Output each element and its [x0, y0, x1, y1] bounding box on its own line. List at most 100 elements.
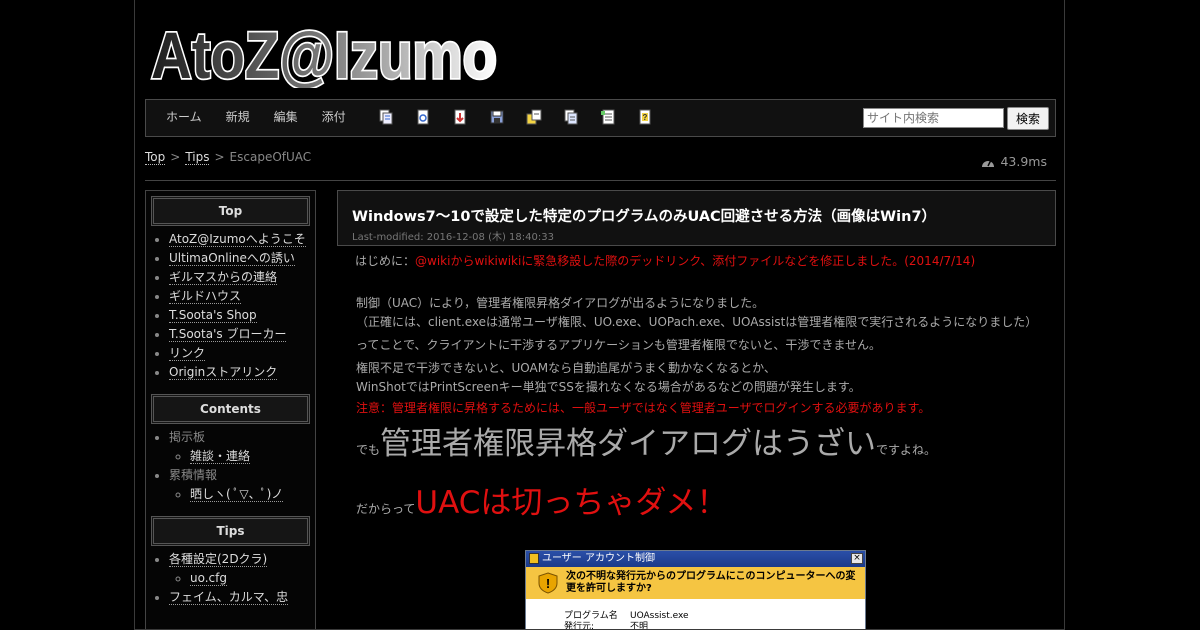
emphasis-line-2: だからってUACは切っちゃダメ！ — [356, 474, 1038, 538]
sidebar-link-links[interactable]: リンク — [169, 346, 206, 361]
sidebar-item: フェイム、カルマ、忠 — [169, 588, 315, 607]
breadcrumb-tips[interactable]: Tips — [185, 150, 210, 165]
sidebar-section-tips: Tips 各種設定(2Dクラ) uo.cfg フェイム、カルマ、忠 — [146, 516, 315, 607]
intro-paragraph: はじめに：@wikiからwikiwikiに緊急移設した際のデッドリンク、添付ファ… — [355, 252, 1038, 271]
publisher-value: 不明 — [630, 622, 649, 630]
sidebar-item: 晒しヽ( ﾟ▽、ﾟ)ノ — [190, 485, 315, 504]
recent-changes-icon[interactable] — [600, 109, 616, 125]
sidebar-title-tips: Tips — [151, 516, 310, 546]
sidebar-link-fame[interactable]: フェイム、カルマ、忠 — [169, 590, 289, 605]
sidebar-title-top: Top — [151, 196, 310, 226]
page-list-icon[interactable] — [563, 109, 579, 125]
paragraph: ってことで、クライアントに干渉するアプリケーションも管理者権限でないと、干渉でき… — [356, 338, 882, 352]
breadcrumb-top[interactable]: Top — [145, 150, 166, 165]
dialog-details: プログラム名 UOAssist.exe 発行元: 不明 — [526, 599, 865, 630]
intro-notice: @wikiからwikiwikiに緊急移設した際のデッドリンク、添付ファイルなどを… — [415, 254, 976, 268]
sidebar-item: uo.cfg — [190, 569, 315, 588]
sidebar-item: 各種設定(2Dクラ) uo.cfg — [169, 550, 315, 588]
text-big: 管理者権限昇格ダイアログはうざい — [380, 426, 877, 462]
close-icon: × — [851, 553, 863, 564]
page-title: Windows7～10で設定した特定のプログラムのみUAC回避させる方法（画像は… — [352, 209, 937, 225]
sidebar-item: ギルマスからの連絡 — [169, 268, 315, 287]
dialog-title: ユーザー アカウント制御 — [542, 553, 655, 564]
paragraph: 制御（UAC）により，管理者権限昇格ダイアログが出るようになりました。 — [356, 296, 765, 310]
page-diff-icon[interactable] — [415, 109, 431, 125]
svg-text:?: ? — [643, 113, 648, 122]
uac-shield-small-icon — [529, 553, 539, 564]
menu-new[interactable]: 新規 — [226, 108, 250, 125]
sidebar-link-settings[interactable]: 各種設定(2Dクラ) — [169, 552, 268, 567]
sidebar-section-contents: Contents 掲示板 雑談・連絡 累積情報 晒しヽ( ﾟ▽、ﾟ)ノ — [146, 394, 315, 504]
render-time: 43.9ms — [981, 154, 1047, 169]
sidebar-section-top: Top AtoZ@Izumoへようこそ UltimaOnlineへの誘い ギルマ… — [146, 196, 315, 382]
sidebar-link-uocfg[interactable]: uo.cfg — [190, 571, 227, 586]
sidebar-link-chat[interactable]: 雑談・連絡 — [190, 449, 251, 464]
dialog-question: 次の不明な発行元からのプログラムにこのコンピューターへの変更を許可しますか? — [566, 571, 856, 594]
article-body: はじめに：@wikiからwikiwikiに緊急移設した際のデッドリンク、添付ファ… — [355, 252, 1038, 538]
sidebar-item: 雑談・連絡 — [190, 447, 315, 466]
sidebar-link-origin[interactable]: Originストアリンク — [169, 365, 278, 380]
dialog-titlebar: ユーザー アカウント制御 × — [526, 551, 865, 567]
paragraph: 権限不足で干渉できないと、UOAMなら自動追尾がうまく動かなくなるとか、 — [356, 361, 776, 375]
sidebar-link-guildhouse[interactable]: ギルドハウス — [169, 289, 242, 304]
text-pre: だからって — [356, 502, 416, 516]
help-icon[interactable]: ? — [637, 109, 653, 125]
sidebar-item: 掲示板 雑談・連絡 — [169, 428, 315, 466]
site-logo[interactable]: AtoZ@Izumo — [147, 12, 505, 88]
text-big-red: UACは切っちゃダメ！ — [415, 485, 728, 521]
warning-note: 注意：管理者権限に昇格するためには、一般ユーザではなく管理者ユーザでログインする… — [356, 401, 931, 415]
sidebar-link-guildmaster[interactable]: ギルマスからの連絡 — [169, 270, 278, 285]
sidebar-link-exposed[interactable]: 晒しヽ( ﾟ▽、ﾟ)ノ — [190, 487, 284, 502]
sidebar-link-shop[interactable]: T.Soota's Shop — [169, 308, 257, 323]
sidebar-item: Originストアリンク — [169, 363, 315, 382]
text-post: ですよね。 — [876, 443, 937, 457]
program-label: プログラム名 — [564, 611, 618, 621]
text-pre: でも — [356, 443, 381, 457]
page-rename-icon[interactable] — [526, 109, 542, 125]
svg-text:!: ! — [546, 576, 550, 591]
logo-text: AtoZ@Izumo — [151, 18, 497, 88]
breadcrumb-separator: > — [214, 150, 225, 164]
sidebar-link-ultima[interactable]: UltimaOnlineへの誘い — [169, 251, 295, 266]
emphasis-line-1: でも管理者権限昇格ダイアログはうざいですよね。 — [356, 420, 1038, 474]
paragraph: WinShotではPrintScreenキー単独でSSを撮れなくなる場合があるな… — [356, 380, 861, 394]
page-backup-icon[interactable] — [452, 109, 468, 125]
page-save-icon[interactable] — [489, 109, 505, 125]
breadcrumb: Top > Tips > EscapeOfUAC — [145, 150, 312, 165]
menu-edit[interactable]: 編集 — [274, 108, 298, 125]
warning-shield-icon: ! — [538, 572, 558, 594]
sidebar-item: ギルドハウス — [169, 287, 315, 306]
search-button[interactable]: 検索 — [1007, 107, 1049, 130]
menu-attach[interactable]: 添付 — [322, 108, 346, 125]
dialog-warning-band: ! 次の不明な発行元からのプログラムにこのコンピューターへの変更を許可しますか? — [526, 567, 865, 599]
sidebar-link-welcome[interactable]: AtoZ@Izumoへようこそ — [169, 232, 306, 247]
publisher-label: 発行元: — [564, 622, 595, 630]
sidebar-item: T.Soota's Shop — [169, 306, 315, 325]
article-header: Windows7～10で設定した特定のプログラムのみUAC回避させる方法（画像は… — [337, 190, 1056, 246]
sidebar-link-broker[interactable]: T.Soota's ブローカー — [169, 327, 287, 342]
uac-dialog-screenshot: ユーザー アカウント制御 × ! 次の不明な発行元からのプログラムにこのコンピュ… — [525, 550, 866, 630]
sidebar-item: 累積情報 晒しヽ( ﾟ▽、ﾟ)ノ — [169, 466, 315, 504]
page-container: AtoZ@Izumo ホーム 新規 編集 添付 ? 検索 Top > Tips > Es… — [134, 0, 1065, 630]
search-input[interactable] — [863, 108, 1004, 128]
render-time-value: 43.9ms — [1000, 154, 1047, 169]
program-value: UOAssist.exe — [630, 611, 689, 621]
breadcrumb-current: EscapeOfUAC — [229, 150, 312, 164]
toolbar-icons: ? — [378, 109, 653, 125]
sidebar-item: リンク — [169, 344, 315, 363]
page-copy-icon[interactable] — [378, 109, 394, 125]
sidebar-item: UltimaOnlineへの誘い — [169, 249, 315, 268]
sidebar-label-board: 掲示板 — [169, 430, 206, 444]
sidebar-item: AtoZ@Izumoへようこそ — [169, 230, 315, 249]
main-menu: ホーム 新規 編集 添付 — [166, 108, 346, 125]
breadcrumb-separator: > — [170, 150, 181, 164]
sidebar-title-contents: Contents — [151, 394, 310, 424]
menu-home[interactable]: ホーム — [166, 108, 202, 125]
sidebar-item: T.Soota's ブローカー — [169, 325, 315, 344]
sidebar: Top AtoZ@Izumoへようこそ UltimaOnlineへの誘い ギルマ… — [145, 190, 316, 629]
paragraph: （正確には、client.exeは通常ユーザ権限、UO.exe、UOPach.e… — [356, 315, 1038, 329]
header-divider — [145, 180, 1056, 181]
sidebar-label-stats: 累積情報 — [169, 468, 218, 482]
intro-label: はじめに： — [355, 254, 416, 268]
speedometer-icon — [982, 159, 995, 167]
